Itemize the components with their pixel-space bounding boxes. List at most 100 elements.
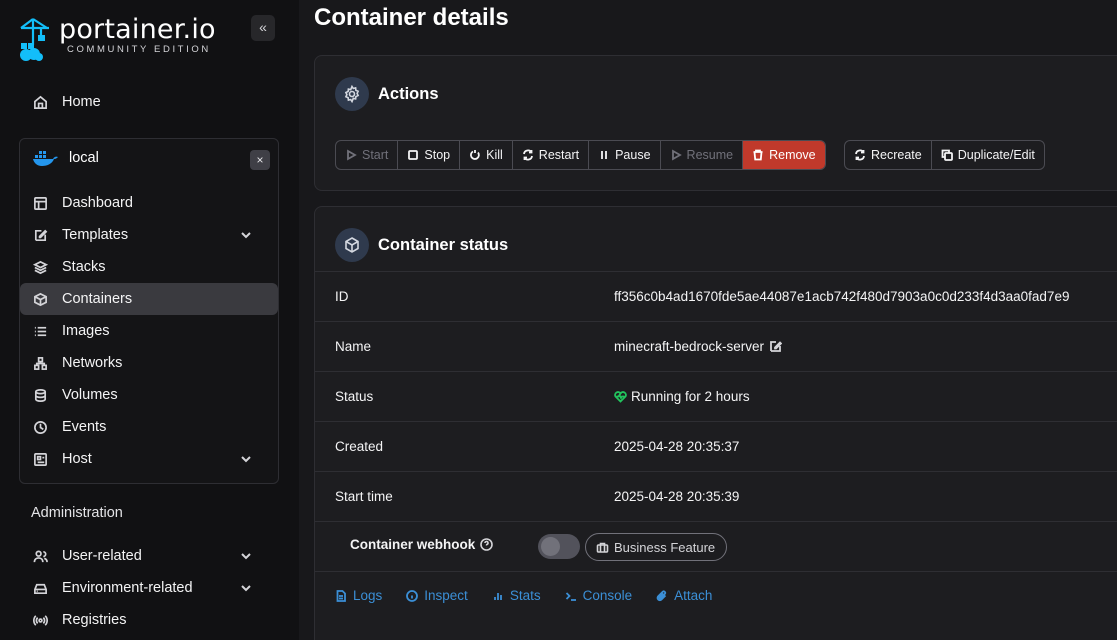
dashboard-icon bbox=[31, 194, 49, 212]
list-icon bbox=[31, 322, 49, 340]
restart-button[interactable]: Restart bbox=[513, 141, 590, 169]
brand-edition: COMMUNITY EDITION bbox=[67, 44, 211, 55]
sidebar-item-label: User-related bbox=[62, 548, 142, 564]
webhook-toggle[interactable] bbox=[538, 534, 580, 559]
sidebar-item-volumes[interactable]: Volumes bbox=[31, 380, 271, 410]
container-name-text: minecraft-bedrock-server bbox=[614, 339, 765, 354]
chevron-down-icon[interactable] bbox=[239, 452, 253, 466]
brand-name: portainer.io bbox=[59, 14, 216, 45]
sidebar-item-label: Templates bbox=[62, 227, 129, 243]
stats-icon bbox=[493, 592, 502, 600]
inspect-link[interactable]: Inspect bbox=[406, 588, 468, 603]
home-icon bbox=[31, 93, 49, 111]
stop-icon bbox=[407, 149, 419, 161]
start-button[interactable]: Start bbox=[336, 141, 399, 169]
environment-name: local bbox=[69, 150, 99, 166]
status-row-name: Name minecraft-bedrock-server bbox=[315, 321, 1117, 371]
resume-button[interactable]: Resume bbox=[661, 141, 744, 169]
heartbeat-icon bbox=[614, 391, 627, 403]
container-id-value: ff356c0b4ad1670fde5ae44087e1acb742f480d7… bbox=[614, 289, 1070, 304]
sidebar-item-containers[interactable]: Containers bbox=[20, 283, 278, 315]
restart-button-label: Restart bbox=[538, 148, 580, 162]
sidebar-item-home[interactable]: Home bbox=[31, 87, 101, 117]
duplicate-edit-button-label: Duplicate/Edit bbox=[957, 148, 1035, 162]
status-row-created: Created 2025-04-28 20:35:37 bbox=[315, 421, 1117, 471]
chevron-down-icon[interactable] bbox=[239, 581, 253, 595]
database-icon bbox=[31, 386, 49, 404]
stats-link[interactable]: Stats bbox=[492, 588, 541, 603]
chevron-down-icon[interactable] bbox=[239, 228, 253, 242]
inspect-link-label: Inspect bbox=[424, 588, 468, 603]
container-status-value: Running for 2 hours bbox=[614, 389, 750, 404]
sidebar-item-registries[interactable]: Registries bbox=[31, 605, 271, 635]
stop-button-label: Stop bbox=[424, 148, 451, 162]
restart-icon bbox=[522, 149, 534, 161]
status-text: Running for 2 hours bbox=[631, 389, 750, 404]
kill-button-label: Kill bbox=[486, 148, 503, 162]
console-link[interactable]: Console bbox=[565, 588, 632, 603]
chevron-down-icon[interactable] bbox=[239, 549, 253, 563]
sidebar-item-images[interactable]: Images bbox=[31, 316, 271, 346]
status-row-id: ID ff356c0b4ad1670fde5ae44087e1acb742f48… bbox=[315, 271, 1117, 321]
webhook-label-text: Container webhook bbox=[350, 537, 476, 552]
sidebar-item-host[interactable]: Host bbox=[31, 444, 271, 474]
logs-link[interactable]: Logs bbox=[335, 588, 382, 603]
info-icon bbox=[406, 589, 419, 602]
collapse-sidebar-button[interactable]: « bbox=[251, 15, 275, 41]
sidebar-item-environment-related[interactable]: Environment-related bbox=[31, 573, 271, 603]
recreate-button[interactable]: Recreate bbox=[845, 141, 932, 169]
container-actions-group: Start Stop Kill Restart Pause Resume Rem… bbox=[335, 140, 826, 170]
sidebar-item-label: Host bbox=[62, 451, 92, 467]
portainer-crane-icon bbox=[20, 18, 49, 61]
environment-close-button[interactable]: × bbox=[250, 150, 270, 170]
sidebar-item-stacks[interactable]: Stacks bbox=[31, 252, 271, 282]
attach-link-label: Attach bbox=[674, 588, 713, 603]
sidebar-item-label: Environment-related bbox=[62, 580, 193, 596]
gear-icon bbox=[335, 77, 369, 111]
container-secondary-actions-group: Recreate Duplicate/Edit bbox=[844, 140, 1045, 170]
help-icon[interactable] bbox=[480, 538, 494, 551]
business-feature-badge[interactable]: Business Feature bbox=[585, 533, 728, 561]
sidebar-item-networks[interactable]: Networks bbox=[31, 348, 271, 378]
briefcase-icon bbox=[596, 542, 609, 553]
container-name-value: minecraft-bedrock-server bbox=[614, 339, 783, 354]
sidebar-item-label: Containers bbox=[62, 291, 133, 307]
remove-button[interactable]: Remove bbox=[743, 141, 825, 169]
actions-header: Actions bbox=[335, 77, 439, 111]
restart-icon bbox=[854, 149, 866, 161]
kill-button[interactable]: Kill bbox=[460, 141, 513, 169]
created-value: 2025-04-28 20:35:37 bbox=[614, 439, 740, 454]
sidebar-item-events[interactable]: Events bbox=[31, 412, 271, 442]
toggle-knob bbox=[541, 537, 560, 556]
pause-button[interactable]: Pause bbox=[589, 141, 661, 169]
status-row-start-time: Start time 2025-04-28 20:35:39 bbox=[315, 471, 1117, 521]
play-icon bbox=[345, 149, 357, 161]
sidebar-item-dashboard[interactable]: Dashboard bbox=[31, 188, 271, 218]
portainer-logo[interactable]: portainer.io COMMUNITY EDITION bbox=[17, 15, 216, 63]
edit-name-icon[interactable] bbox=[769, 340, 783, 353]
page-title: Container details bbox=[314, 4, 509, 31]
sidebar-item-templates[interactable]: Templates bbox=[31, 220, 271, 250]
business-feature-label: Business Feature bbox=[614, 539, 716, 555]
sidebar-item-label: Dashboard bbox=[62, 195, 133, 211]
duplicate-edit-button[interactable]: Duplicate/Edit bbox=[932, 141, 1044, 169]
pause-icon bbox=[598, 149, 610, 161]
sidebar-item-label: Volumes bbox=[62, 387, 118, 403]
trash-icon bbox=[752, 149, 764, 161]
logs-link-label: Logs bbox=[353, 588, 383, 603]
sidebar: portainer.io COMMUNITY EDITION « Home lo… bbox=[0, 0, 299, 640]
sidebar-item-user-related[interactable]: User-related bbox=[31, 541, 271, 571]
paperclip-icon bbox=[656, 590, 667, 601]
container-status-title: Container status bbox=[378, 235, 509, 254]
attach-link[interactable]: Attach bbox=[656, 588, 712, 603]
network-icon bbox=[31, 354, 49, 372]
kill-icon bbox=[469, 149, 481, 161]
terminal-icon bbox=[565, 591, 576, 601]
drive-icon bbox=[31, 579, 49, 597]
resume-button-label: Resume bbox=[686, 148, 734, 162]
container-status-header: Container status bbox=[335, 228, 508, 262]
sidebar-item-label: Home bbox=[62, 94, 101, 110]
sidebar-item-label: Images bbox=[62, 323, 110, 339]
stop-button[interactable]: Stop bbox=[398, 141, 461, 169]
radio-icon bbox=[31, 611, 49, 629]
